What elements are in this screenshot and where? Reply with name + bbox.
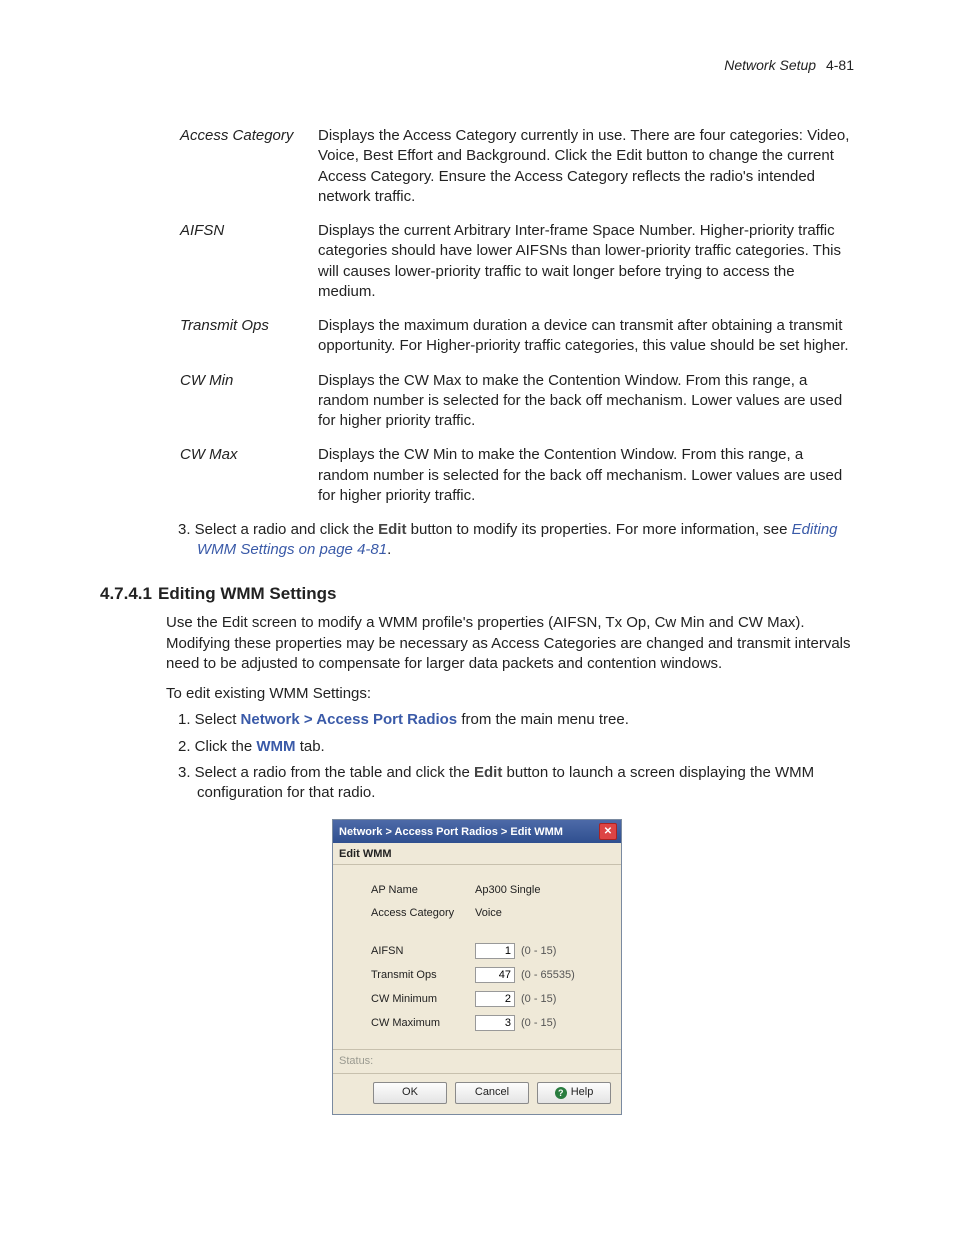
dialog-button-bar: OK Cancel ? Help: [333, 1073, 621, 1114]
button-label: OK: [402, 1085, 418, 1100]
def-desc: Displays the current Arbitrary Inter-fra…: [318, 221, 854, 302]
close-icon[interactable]: ✕: [599, 823, 617, 840]
field-row: AP Name Ap300 Single: [371, 883, 601, 898]
paragraph: Use the Edit screen to modify a WMM prof…: [166, 613, 854, 674]
def-desc: Displays the CW Min to make the Contenti…: [318, 445, 854, 506]
aifsn-input[interactable]: [475, 943, 515, 959]
field-label: AIFSN: [371, 944, 475, 959]
section-heading: 4.7.4.1Editing WMM Settings: [100, 583, 854, 606]
document-page: Network Setup 4-81 Access Category Displ…: [0, 0, 954, 1235]
help-icon: ?: [555, 1087, 567, 1099]
cancel-button[interactable]: Cancel: [455, 1082, 529, 1104]
step-text: 3. Select a radio and click the: [178, 521, 378, 538]
def-label: AIFSN: [180, 221, 318, 302]
step-item: 1. Select Network > Access Port Radios f…: [178, 710, 854, 730]
ok-button[interactable]: OK: [373, 1082, 447, 1104]
dialog-titlebar: Network > Access Port Radios > Edit WMM …: [333, 820, 621, 843]
range-hint: (0 - 15): [521, 993, 556, 1005]
table-row: CW Min Displays the CW Max to make the C…: [180, 371, 854, 432]
def-label: Access Category: [180, 126, 318, 207]
table-row: CW Max Displays the CW Min to make the C…: [180, 445, 854, 506]
definition-table: Access Category Displays the Access Cate…: [180, 126, 854, 506]
step-text: 3. Select a radio from the table and cli…: [178, 764, 474, 781]
def-desc: Displays the maximum duration a device c…: [318, 316, 854, 357]
def-desc: Displays the Access Category currently i…: [318, 126, 854, 207]
step-text: from the main menu tree.: [457, 711, 629, 728]
section-title: Editing WMM Settings: [158, 584, 336, 603]
field-label: Transmit Ops: [371, 968, 475, 983]
dialog-title: Network > Access Port Radios > Edit WMM: [339, 825, 563, 840]
header-section: Network Setup: [724, 57, 816, 73]
field-row: Transmit Ops (0 - 65535): [371, 967, 601, 983]
edit-wmm-dialog: Network > Access Port Radios > Edit WMM …: [332, 819, 622, 1114]
cw-max-input[interactable]: [475, 1015, 515, 1031]
table-row: Transmit Ops Displays the maximum durati…: [180, 316, 854, 357]
field-value: Ap300 Single: [475, 883, 601, 898]
range-hint: (0 - 15): [521, 945, 556, 957]
def-desc: Displays the CW Max to make the Contenti…: [318, 371, 854, 432]
table-row: Access Category Displays the Access Cate…: [180, 126, 854, 207]
step-text: button to modify its properties. For mor…: [406, 521, 791, 538]
range-hint: (0 - 65535): [521, 969, 575, 981]
field-label: Access Category: [371, 906, 475, 921]
status-bar: Status:: [333, 1049, 621, 1073]
step-item: 2. Click the WMM tab.: [178, 737, 854, 757]
field-label: CW Minimum: [371, 992, 475, 1007]
field-row: CW Maximum (0 - 15): [371, 1015, 601, 1031]
field-row: Access Category Voice: [371, 906, 601, 921]
button-label: Help: [571, 1085, 594, 1100]
field-row: CW Minimum (0 - 15): [371, 991, 601, 1007]
running-header: Network Setup 4-81: [724, 56, 854, 75]
table-row: AIFSN Displays the current Arbitrary Int…: [180, 221, 854, 302]
step-item: 3. Select a radio and click the Edit but…: [178, 520, 854, 561]
cw-min-input[interactable]: [475, 991, 515, 1007]
step-text: tab.: [296, 738, 325, 755]
def-label: CW Min: [180, 371, 318, 432]
step-item: 3. Select a radio from the table and cli…: [178, 763, 854, 804]
dialog-body: AP Name Ap300 Single Access Category Voi…: [333, 865, 621, 1049]
field-label: CW Maximum: [371, 1016, 475, 1031]
step-text: 2. Click the: [178, 738, 256, 755]
field-value: Voice: [475, 906, 601, 921]
step-text: 1. Select: [178, 711, 241, 728]
edit-keyword: Edit: [474, 764, 502, 781]
paragraph: To edit existing WMM Settings:: [166, 684, 854, 704]
step-text: .: [387, 541, 391, 558]
range-hint: (0 - 15): [521, 1017, 556, 1029]
section-number: 4.7.4.1: [100, 583, 158, 606]
nav-path: Network > Access Port Radios: [241, 711, 458, 728]
button-label: Cancel: [475, 1085, 509, 1100]
field-row: AIFSN (0 - 15): [371, 943, 601, 959]
tab-name: WMM: [256, 738, 295, 755]
field-label: AP Name: [371, 883, 475, 898]
def-label: Transmit Ops: [180, 316, 318, 357]
def-label: CW Max: [180, 445, 318, 506]
transmit-ops-input[interactable]: [475, 967, 515, 983]
help-button[interactable]: ? Help: [537, 1082, 611, 1104]
edit-keyword: Edit: [378, 521, 406, 538]
header-page: 4-81: [826, 57, 854, 73]
dialog-subtitle: Edit WMM: [333, 843, 621, 865]
